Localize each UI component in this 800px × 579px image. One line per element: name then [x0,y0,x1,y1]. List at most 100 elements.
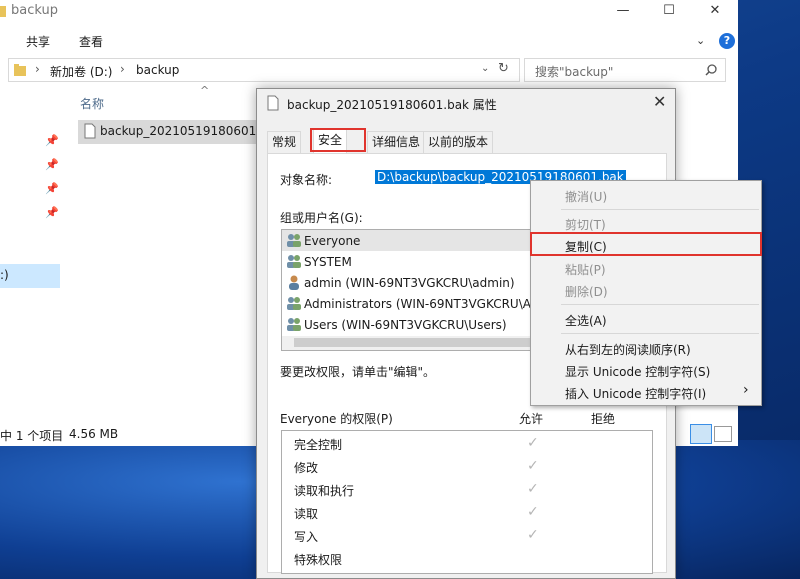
submenu-arrow-icon: › [743,382,749,398]
list-item[interactable]: admin (WIN-69NT3VGKCRU\admin) [286,273,515,293]
menu-separator [561,304,759,305]
file-icon [267,95,279,111]
users-icon [287,297,301,310]
file-row[interactable]: backup_20210519180601.bak [78,120,282,144]
list-item[interactable]: SYSTEM [286,252,352,272]
permission-row: 特殊权限 [294,550,342,570]
chevron-down-icon[interactable]: ⌄ [696,34,705,47]
breadcrumb-separator-icon: › [120,62,125,76]
dialog-title: backup_20210519180601.bak 属性 [287,98,497,112]
tab-previous-versions[interactable]: 以前的版本 [423,131,494,153]
groups-label: 组或用户名(G): [280,211,363,225]
pin-icon[interactable]: 📌 [45,158,59,171]
allow-column-header: 允许 [519,412,544,426]
menu-item-select-all[interactable]: 全选(A) [565,312,607,329]
details-view-icon[interactable] [690,424,712,444]
tab-details[interactable]: 详细信息 [367,131,426,153]
close-window-button[interactable]: ✕ [692,0,738,24]
list-item[interactable]: Everyone [286,231,360,251]
group-name: Administrators (WIN-69NT3VGKCRU\A [304,297,531,311]
folder-icon [14,64,26,76]
object-name-label: 对象名称: [280,173,333,187]
menu-item-insert-unicode-control[interactable]: 插入 Unicode 控制字符(I) [565,385,706,402]
users-icon [287,255,301,268]
breadcrumb-drive[interactable]: 新加卷 (D:) [50,63,112,80]
breadcrumb-folder[interactable]: backup [136,63,179,77]
menu-item-delete[interactable]: 删除(D) [565,283,608,300]
tab-general-label: 常规 [272,135,297,149]
explorer-titlebar: backup — ☐ ✕ [0,0,738,26]
edit-hint: 要更改权限，请单击"编辑"。 [280,365,436,379]
permission-name: 读取 [294,507,319,521]
highlight-security-tab [310,128,366,152]
ribbon-tab-share[interactable]: 共享 [26,33,50,50]
large-icons-view-icon[interactable] [714,426,732,442]
breadcrumb-separator-icon: › [35,62,40,76]
file-icon [84,123,96,139]
scrollbar-thumb[interactable] [294,338,544,347]
menu-item-rtl-reading-order[interactable]: 从右到左的阅读顺序(R) [565,341,691,358]
file-name: backup_20210519180601.bak [100,124,282,138]
users-icon [287,318,301,331]
user-icon [289,275,299,290]
window-title: backup [11,3,58,18]
menu-separator [561,333,759,334]
column-header-name[interactable]: 名称 [80,95,104,112]
checkmark-icon: ✓ [527,435,539,451]
menu-item-show-unicode-control[interactable]: 显示 Unicode 控制字符(S) [565,363,710,380]
nav-item-label: :) [0,268,9,282]
context-menu: 撤消(U) 剪切(T) 复制(C) 粘贴(P) 删除(D) 全选(A) 从右到左… [530,180,762,406]
search-placeholder: 搜索"backup" [535,65,614,79]
nav-item-selected[interactable]: :) [0,264,60,288]
highlight-copy-item [530,232,762,256]
group-name: Everyone [304,234,361,248]
menu-item-undo[interactable]: 撤消(U) [565,188,607,205]
pin-icon[interactable]: 📌 [45,206,59,219]
menu-item-cut[interactable]: 剪切(T) [565,216,606,233]
permissions-label: Everyone 的权限(P) [280,412,393,426]
permission-row: 读取和执行 [294,481,354,501]
permission-name: 写入 [294,530,319,544]
chevron-down-icon[interactable]: ⌄ [481,63,489,74]
checkmark-icon: ✓ [527,481,539,497]
navigation-pane: 📌 📌 📌 📌 :) [0,86,62,426]
checkmark-icon: ✓ [527,504,539,520]
close-icon[interactable]: ✕ [653,92,666,111]
tab-details-label: 详细信息 [372,135,421,149]
permission-name: 特殊权限 [294,553,343,567]
permission-name: 读取和执行 [294,484,355,498]
ribbon-tabs: 共享 查看 ⌄ ? [0,28,738,54]
pin-icon[interactable]: 📌 [45,182,59,195]
folder-icon [0,6,6,17]
tab-previous-versions-label: 以前的版本 [428,135,489,149]
list-item[interactable]: Administrators (WIN-69NT3VGKCRU\A [286,294,531,314]
sort-up-icon: ^ [200,84,210,97]
group-name: SYSTEM [304,255,352,269]
group-name: admin (WIN-69NT3VGKCRU\admin) [304,276,515,290]
search-box[interactable]: 搜索"backup" [524,58,726,82]
checkmark-icon: ✓ [527,527,539,543]
permission-row: 修改 [294,458,318,478]
permission-row: 写入 [294,527,318,547]
status-selection-size: 4.56 MB [69,427,119,441]
ribbon-tab-view[interactable]: 查看 [79,33,103,50]
maximize-button[interactable]: ☐ [646,0,692,24]
deny-column-header: 拒绝 [591,412,616,426]
search-icon[interactable] [705,64,717,76]
permission-row: 读取 [294,504,318,524]
minimize-button[interactable]: — [600,0,646,24]
menu-item-paste[interactable]: 粘贴(P) [565,261,606,278]
list-item[interactable]: Users (WIN-69NT3VGKCRU\Users) [286,315,507,335]
help-icon[interactable]: ? [719,33,735,49]
group-name: Users (WIN-69NT3VGKCRU\Users) [304,318,507,332]
checkmark-icon: ✓ [527,458,539,474]
menu-separator [561,209,759,210]
permission-row: 完全控制 [294,435,342,455]
refresh-icon[interactable]: ↻ [498,61,509,76]
tab-general[interactable]: 常规 [267,131,302,153]
users-icon [287,234,301,247]
permissions-list: 完全控制 修改 读取和执行 读取 写入 特殊权限 ✓ ✓ ✓ ✓ ✓ [281,430,653,574]
address-bar[interactable]: › 新加卷 (D:) › backup ⌄ ↻ [8,58,520,82]
permission-name: 修改 [294,461,319,475]
pin-icon[interactable]: 📌 [45,134,59,147]
